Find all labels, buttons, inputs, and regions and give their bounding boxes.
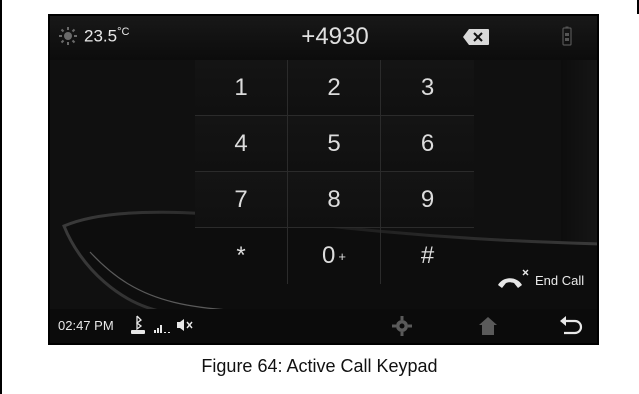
- gear-icon[interactable]: [391, 315, 413, 342]
- end-call-button[interactable]: End Call: [495, 268, 584, 293]
- right-side-panel: [561, 60, 597, 280]
- figure-caption: Figure 64: Active Call Keypad: [201, 356, 438, 376]
- back-icon[interactable]: [558, 314, 584, 343]
- key-1[interactable]: 1: [195, 60, 288, 116]
- key-0-plus: +: [338, 248, 346, 264]
- temperature-unit: °C: [117, 25, 130, 38]
- key-6[interactable]: 6: [381, 116, 474, 172]
- signal-icon: [154, 320, 172, 338]
- key-4[interactable]: 4: [195, 116, 288, 172]
- bottom-status-bar: 02:47 PM: [50, 309, 597, 343]
- key-8[interactable]: 8: [288, 172, 381, 228]
- key-5[interactable]: 5: [288, 116, 381, 172]
- key-9[interactable]: 9: [381, 172, 474, 228]
- clock-time: 02:47 PM: [58, 318, 114, 333]
- key-7[interactable]: 7: [195, 172, 288, 228]
- page-border-left: [0, 0, 2, 394]
- key-0[interactable]: 0 +: [288, 228, 381, 284]
- battery-icon: [562, 26, 572, 46]
- temperature-display: 23.5°C: [58, 22, 129, 50]
- home-icon[interactable]: [478, 315, 498, 342]
- end-call-icon: [495, 268, 531, 293]
- dial-keypad: 1 2 3 4 5 6 7 8 9 * 0 + #: [195, 60, 475, 291]
- key-hash[interactable]: #: [381, 228, 474, 284]
- sun-icon: [58, 26, 78, 46]
- mute-icon: [176, 318, 194, 337]
- infotainment-screen: 23.5°C +4930 1 2 3 4 5 6 7 8 9 * 0 + # E…: [48, 14, 599, 345]
- top-status-bar: 23.5°C +4930: [50, 16, 597, 60]
- end-call-label: End Call: [535, 273, 585, 288]
- key-3[interactable]: 3: [381, 60, 474, 116]
- backspace-icon[interactable]: [462, 28, 490, 46]
- bluetooth-phone-icon: [130, 315, 146, 340]
- key-star[interactable]: *: [195, 228, 288, 284]
- dialed-number: +4930: [301, 23, 369, 50]
- temperature-value: 23.5: [84, 26, 118, 46]
- key-2[interactable]: 2: [288, 60, 381, 116]
